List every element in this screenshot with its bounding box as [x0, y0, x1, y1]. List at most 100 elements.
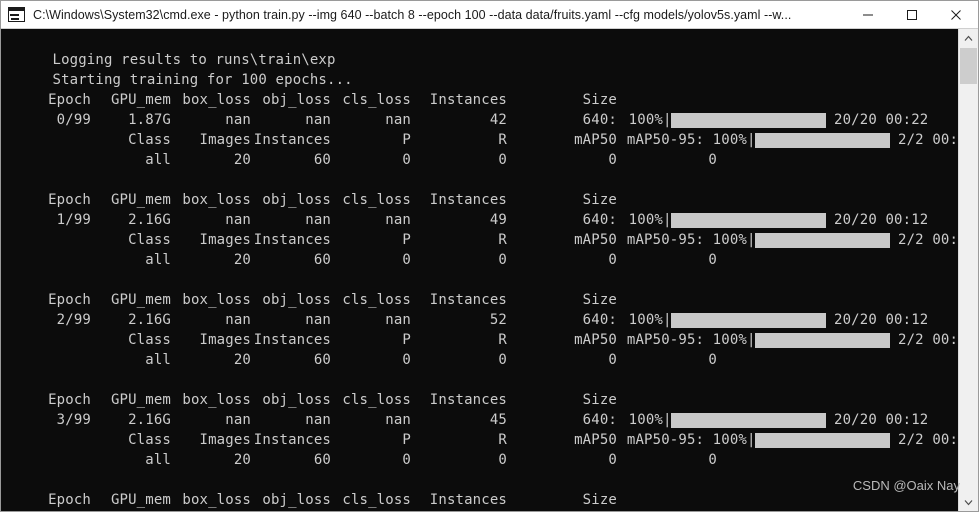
val-class-value: all — [145, 252, 171, 268]
val-header-row: Class Images Instances P RmAP50 mAP50-95: 100… — [1, 430, 958, 450]
header-cls-loss: cls_loss — [342, 392, 411, 408]
minimize-icon — [863, 14, 873, 15]
header-gpu-mem: GPU_mem — [110, 392, 171, 408]
header-precision: P — [402, 432, 411, 448]
progress-bar-fill — [755, 233, 890, 248]
progress-bar-fill — [755, 133, 890, 148]
gpu-mem-value: 2.16G — [91, 510, 171, 511]
header-obj-loss: obj_loss — [262, 492, 331, 508]
train-progress-percent: 100% — [628, 212, 663, 228]
instances-value: 31 — [411, 510, 507, 511]
progress-bar — [671, 113, 826, 128]
epoch-value: 0/99 — [56, 112, 91, 128]
header-box-loss: box_loss — [182, 292, 251, 308]
scroll-down-button[interactable] — [959, 493, 978, 511]
progress-bar-fill — [671, 413, 826, 428]
header-epoch: Epoch — [48, 192, 91, 208]
scroll-down-arrow — [964, 499, 973, 505]
size-value: 640: — [582, 412, 617, 428]
progress-bar-fill — [755, 333, 890, 348]
header-val-instances: Instances — [253, 432, 331, 448]
header-recall: R — [498, 232, 507, 248]
val-header-row: Class Images Instances P RmAP50 mAP50-95: 100… — [1, 230, 958, 250]
size-value: 640: — [582, 112, 617, 128]
val-instances-value: 60 — [313, 352, 331, 368]
header-epoch: Epoch — [48, 292, 91, 308]
val-images-value: 20 — [233, 152, 251, 168]
vertical-scrollbar[interactable] — [958, 29, 978, 511]
val-instances-value: 60 — [313, 152, 331, 168]
box-loss-value: nan — [225, 412, 251, 428]
header-class: Class — [128, 332, 171, 348]
val-precision-value: 0 — [402, 152, 411, 168]
scroll-thumb[interactable] — [960, 48, 977, 84]
header-instances: Instances — [429, 92, 507, 108]
terminal-output[interactable]: Logging results to runs\train\exp Starti… — [1, 29, 958, 511]
cls-loss-value: nan — [385, 112, 411, 128]
train-progress-percent: 100% — [628, 112, 663, 128]
cls-loss-value: nan — [385, 212, 411, 228]
val-precision-value: 0 — [402, 352, 411, 368]
header-map50: mAP50 — [574, 332, 617, 348]
val-count-and-time: 2/2 00:00 — [898, 432, 958, 448]
header-map50: mAP50 — [574, 132, 617, 148]
train-count-and-time: 20/20 00:12 — [834, 510, 928, 511]
val-recall-value: 0 — [498, 252, 507, 268]
gpu-mem-value: 2.16G — [128, 412, 171, 428]
val-images-value: 20 — [233, 252, 251, 268]
val-results-row: all 20 60 0 0 0 0 — [1, 350, 958, 370]
val-instances-value: 60 — [313, 452, 331, 468]
box-loss-value: nan — [225, 112, 251, 128]
header-obj-loss: obj_loss — [262, 92, 331, 108]
obj-loss-value: nan — [305, 212, 331, 228]
val-header-row: Class Images Instances P RmAP50 mAP50-95: 100… — [1, 330, 958, 350]
epoch-value: 2/99 — [56, 312, 91, 328]
header-gpu-mem: GPU_mem — [110, 192, 171, 208]
header-cls-loss: cls_loss — [342, 92, 411, 108]
cmd-window: C:\Windows\System32\cmd.exe - python tra… — [0, 0, 979, 512]
val-map50-value: 0 — [608, 452, 617, 468]
maximize-button[interactable] — [890, 1, 934, 28]
header-class: Class — [128, 232, 171, 248]
header-val-instances: Instances — [253, 332, 331, 348]
val-images-value: 20 — [233, 452, 251, 468]
val-count-and-time: 2/2 00:00 — [898, 332, 958, 348]
cls-loss-value: nan — [331, 510, 411, 511]
train-count-and-time: 20/20 00:12 — [834, 212, 929, 228]
maximize-icon — [907, 9, 917, 20]
val-results-row: all 20 60 0 0 0 0 — [1, 150, 958, 170]
progress-bar-fill — [671, 113, 826, 128]
log-line-logging-results: Logging results to runs\train\exp — [1, 30, 958, 68]
header-map50: mAP50 — [574, 432, 617, 448]
train-progress-percent: 100% — [628, 412, 663, 428]
val-instances-value: 60 — [313, 252, 331, 268]
header-instances: Instances — [429, 192, 507, 208]
close-button[interactable] — [934, 1, 978, 28]
header-obj-loss: obj_loss — [262, 192, 331, 208]
train-count-and-time: 20/20 00:12 — [834, 412, 929, 428]
progress-bar — [755, 333, 890, 348]
title-bar[interactable]: C:\Windows\System32\cmd.exe - python tra… — [1, 1, 978, 29]
train-progress-percent: 100% — [617, 510, 663, 511]
train-progress-row: 3/99 2.16G nan nan nan 45 640: 100%| 20/20 00:12 — [1, 410, 958, 430]
close-icon — [951, 9, 961, 20]
val-results-row: all 20 60 0 0 0 0 — [1, 250, 958, 270]
val-map50-value: 0 — [608, 152, 617, 168]
header-gpu-mem: GPU_mem — [110, 492, 171, 508]
scroll-up-arrow — [964, 35, 973, 41]
instances-value: 52 — [489, 312, 507, 328]
val-class-value: all — [145, 352, 171, 368]
header-map50: mAP50 — [574, 232, 617, 248]
header-val-instances: Instances — [253, 232, 331, 248]
header-images: Images — [199, 432, 251, 448]
bar-left-delimiter: | — [663, 510, 671, 511]
header-epoch: Epoch — [48, 392, 91, 408]
header-map50-95: mAP50-95: 100% — [626, 432, 747, 448]
train-progress-percent: 100% — [628, 312, 663, 328]
header-val-instances: Instances — [253, 132, 331, 148]
minimize-button[interactable] — [846, 1, 890, 28]
header-obj-loss: obj_loss — [262, 392, 331, 408]
scroll-up-button[interactable] — [959, 29, 978, 47]
val-map50-95-value: 0 — [708, 352, 717, 368]
